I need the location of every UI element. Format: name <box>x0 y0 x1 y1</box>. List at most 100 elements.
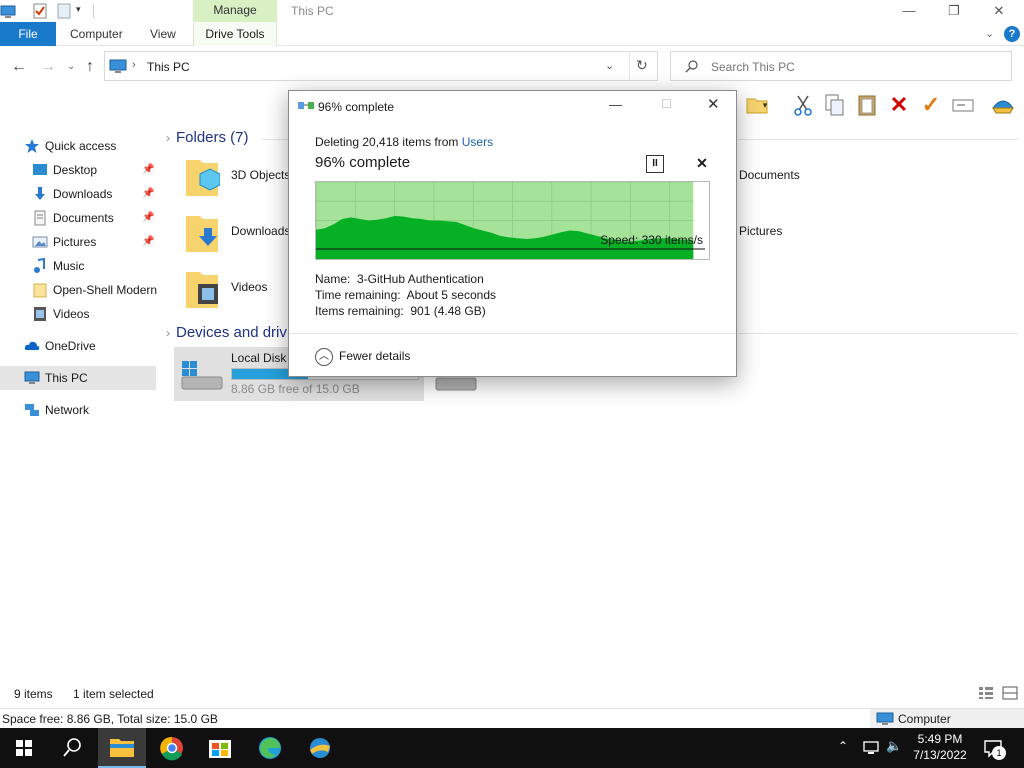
fewer-details-button[interactable]: ︿ Fewer details <box>315 345 410 367</box>
breadcrumb-chevron-icon[interactable]: › <box>132 59 136 71</box>
nav-label: Videos <box>53 307 90 321</box>
name-label: Name: <box>315 272 351 286</box>
search-box[interactable]: Search This PC <box>670 51 1012 81</box>
details-view-icon[interactable] <box>978 686 994 700</box>
detail-items-row: Items remaining: 901 (4.48 GB) <box>315 303 496 319</box>
percent-complete: 96% complete <box>315 154 411 171</box>
devices-group-header[interactable]: › Devices and driv <box>166 324 287 341</box>
pin-icon: 📌 <box>142 212 155 223</box>
folder-icon <box>33 283 47 298</box>
folder-3d-objects[interactable]: 3D Objects <box>166 156 296 202</box>
tray-overflow-icon[interactable]: ⌃ <box>838 739 848 753</box>
nav-documents[interactable]: Documents 📌 <box>0 206 156 230</box>
edge-icon[interactable] <box>246 728 294 768</box>
open-shell-icon[interactable] <box>990 92 1016 118</box>
file-explorer-icon[interactable] <box>98 728 146 768</box>
recent-locations-icon[interactable]: ⌄ <box>67 61 75 72</box>
up-icon[interactable]: ↑ <box>86 58 94 76</box>
nav-label: OneDrive <box>45 339 96 353</box>
fewer-details-label: Fewer details <box>339 349 411 363</box>
detail-name-row: Name: 3-GitHub Authentication <box>315 271 496 287</box>
downloads-icon <box>35 187 45 200</box>
nav-desktop[interactable]: Desktop 📌 <box>0 158 156 182</box>
nav-label: Documents <box>53 211 114 225</box>
detail-time-row: Time remaining: About 5 seconds <box>315 287 496 303</box>
tab-manage[interactable]: Manage <box>193 0 277 22</box>
chrome-icon[interactable] <box>148 728 196 768</box>
group-divider <box>262 139 288 140</box>
source-folder-link[interactable]: Users <box>462 135 493 149</box>
close-icon[interactable]: ✕ <box>976 0 1022 22</box>
volume-icon[interactable]: 🔈 <box>886 738 902 754</box>
cut-icon[interactable] <box>790 92 816 118</box>
pictures-icon <box>32 236 48 248</box>
nav-videos[interactable]: Videos <box>0 302 156 326</box>
maximize-icon[interactable]: ❐ <box>931 0 977 22</box>
window-title: This PC <box>291 4 334 18</box>
nav-this-pc[interactable]: This PC <box>0 366 156 390</box>
tab-view[interactable]: View <box>150 22 176 46</box>
clock-date: 7/13/2022 <box>913 748 967 762</box>
address-dropdown-icon[interactable]: ⌄ <box>605 59 614 72</box>
minimize-icon[interactable]: — <box>886 0 932 22</box>
network-tray-icon[interactable] <box>862 740 880 756</box>
dialog-maximize-icon[interactable]: ☐ <box>661 97 672 111</box>
pause-icon[interactable]: II <box>646 155 664 173</box>
folder-label: Pictures <box>739 224 783 238</box>
toolbar-dropdown-icon[interactable]: ▾ <box>760 92 770 118</box>
nav-label: Pictures <box>53 235 97 249</box>
computer-icon[interactable] <box>0 3 16 19</box>
nav-onedrive[interactable]: OneDrive <box>0 334 156 358</box>
cancel-icon[interactable]: ✕ <box>694 155 710 173</box>
3d-objects-icon <box>186 160 220 196</box>
nav-downloads[interactable]: Downloads 📌 <box>0 182 156 206</box>
app-globe-icon[interactable] <box>296 728 344 768</box>
nav-open-shell-modern[interactable]: Open-Shell Modern <box>0 278 157 302</box>
paste-icon[interactable] <box>854 92 880 118</box>
delete-icon[interactable]: ✕ <box>886 92 912 118</box>
computer-zone: Computer <box>870 709 1024 729</box>
folder-videos[interactable]: Videos <box>166 268 296 314</box>
properties-icon[interactable] <box>32 3 48 19</box>
tray-clock[interactable]: 5:49 PM 7/13/2022 <box>908 731 972 763</box>
star-icon <box>25 139 39 153</box>
back-icon[interactable]: ← <box>11 58 27 76</box>
documents-icon <box>34 210 46 226</box>
rename-icon[interactable] <box>950 92 976 118</box>
folder-downloads[interactable]: Downloads <box>166 212 296 258</box>
tab-computer[interactable]: Computer <box>70 22 123 46</box>
search-icon[interactable] <box>48 728 96 768</box>
deleting-summary: Deleting 20,418 items from Users <box>315 135 493 149</box>
computer-icon <box>876 712 894 725</box>
details-bar: Space free: 8.86 GB, Total size: 15.0 GB… <box>0 708 1024 729</box>
network-icon <box>25 404 39 416</box>
refresh-icon[interactable]: ↻ <box>636 57 648 74</box>
tab-file[interactable]: File <box>0 22 56 46</box>
nav-pictures[interactable]: Pictures 📌 <box>0 230 156 254</box>
nav-quick-access[interactable]: Quick access <box>0 134 156 158</box>
videos-icon <box>34 307 46 321</box>
dialog-minimize-icon[interactable]: — <box>609 97 622 112</box>
properties-check-icon[interactable]: ✓ <box>918 92 944 118</box>
help-icon[interactable]: ? <box>1004 26 1020 42</box>
nav-network[interactable]: Network <box>0 398 156 422</box>
folder-label: 3D Objects <box>231 168 291 182</box>
ribbon-expand-icon[interactable]: ⌄ <box>985 27 994 40</box>
time-label: Time remaining: <box>315 288 401 302</box>
folders-group-header[interactable]: › Folders (7) <box>166 129 249 146</box>
nav-music[interactable]: Music <box>0 254 156 278</box>
tab-drive-tools[interactable]: Drive Tools <box>193 22 277 46</box>
search-input[interactable]: Search This PC <box>711 60 795 74</box>
folder-label: Videos <box>231 280 268 294</box>
forward-icon[interactable]: → <box>40 58 56 76</box>
start-windows-icon[interactable] <box>0 728 48 768</box>
address-bar[interactable]: › This PC ⌄ ↻ <box>104 51 658 81</box>
collapse-chevron-icon: › <box>166 326 170 340</box>
copy-icon[interactable] <box>822 92 848 118</box>
dialog-close-icon[interactable]: ✕ <box>707 95 720 113</box>
large-icons-view-icon[interactable] <box>1002 686 1018 700</box>
delete-progress-dialog: 96% complete — ☐ ✕ Deleting 20,418 items… <box>288 90 737 377</box>
new-folder-icon[interactable] <box>56 3 72 19</box>
store-icon[interactable] <box>196 728 244 768</box>
qat-dropdown-icon[interactable]: ▾ <box>76 4 81 15</box>
